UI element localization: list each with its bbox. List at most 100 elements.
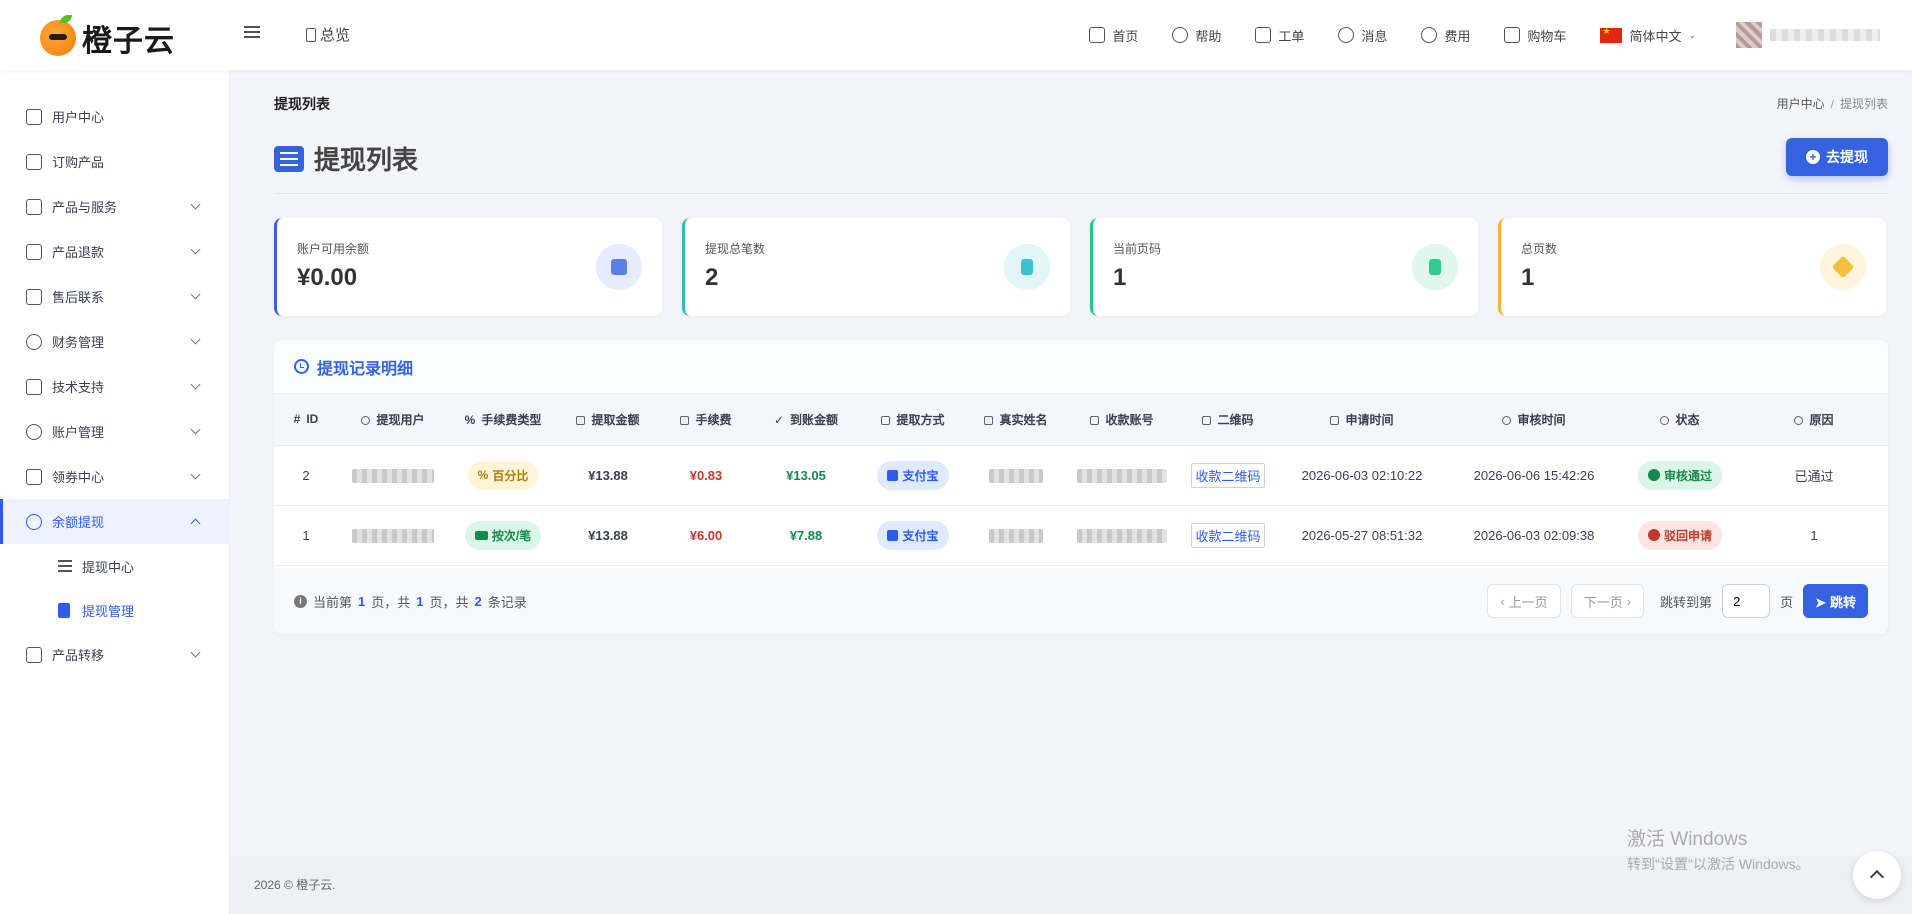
chevron-left-icon: ‹ [1500,593,1505,609]
col-fee-type[interactable]: % 手续费类型 [448,394,558,446]
alipay-badge: 支付宝 [877,460,949,490]
cell-applied-time: 2026-06-03 02:10:22 [1301,467,1423,483]
col-account[interactable]: 收款账号 [1064,394,1180,446]
nav-help[interactable]: 帮助 [1172,26,1221,45]
breadcrumb-parent[interactable]: 用户中心 [1777,97,1825,111]
panel-title: 提现记录明细 [317,360,414,378]
overview-link[interactable]: 总览 [306,24,350,45]
stat-card-total-pages: 总页数 1 [1498,218,1886,316]
scroll-to-top-button[interactable] [1853,851,1901,899]
orange-logo-icon [40,15,76,56]
nav-ticket-label: 工单 [1278,28,1305,44]
sidebar-item-finance[interactable]: 财务管理 [0,319,229,364]
jump-label: 跳转到第 [1660,594,1713,610]
sidebar-item-account[interactable]: 账户管理 [0,409,229,454]
jump-button[interactable]: ➤ 跳转 [1803,584,1868,618]
cell-reason: 已通过 [1794,468,1834,484]
col-amount[interactable]: 提取金额 [558,394,658,446]
fee-type-badge: % 百分比 [467,460,539,490]
col-fee[interactable]: 手续费 [658,394,754,446]
id-card-icon [984,415,994,425]
top-bar: 橙子云 总览 首页 帮助 工单 消息 费用 购物车 简体中文 ⌄ [0,0,1912,70]
chevron-down-icon [190,289,201,300]
credit-card-icon [881,415,891,425]
sidebar-item-order[interactable]: 订购产品 [0,139,229,184]
cell-real-name [968,445,1064,505]
col-qrcode[interactable]: 二维码 [1180,394,1276,446]
nav-cart-label: 购物车 [1527,28,1567,44]
nav-messages[interactable]: 消息 [1338,26,1387,45]
sidebar-item-transfer[interactable]: 产品转移 [0,632,229,677]
qrcode-image-link[interactable]: 收款二维码 [1191,462,1265,488]
cart-icon [26,153,42,170]
sidebar-item-coupons[interactable]: 领券中心 [0,454,229,499]
grid-icon [26,646,42,663]
logo-text: 橙子云 [82,24,175,59]
nav-home[interactable]: 首页 [1089,26,1138,45]
language-label: 简体中文 [1629,28,1682,44]
cell-user [338,505,448,565]
language-select[interactable]: 简体中文 ⌄ [1600,26,1696,45]
col-reviewed-time[interactable]: 审核时间 [1448,394,1620,446]
sidebar-sub-label: 提现中心 [82,559,135,575]
sidebar-item-withdraw[interactable]: 余额提现 [0,499,229,544]
table-row: 1 按次/笔 ¥13.88 ¥6.00 ¥7.88 支付宝 收款二维码 2026… [274,505,1888,565]
home-icon [26,108,42,125]
chevron-up-icon [190,518,201,529]
nav-cart[interactable]: 购物车 [1504,26,1566,45]
nav-fees[interactable]: 费用 [1421,26,1470,45]
table-row: 2 % 百分比 ¥13.88 ¥0.83 ¥13.05 支付宝 收款二维码 202… [274,445,1888,505]
stat-label: 总页数 [1521,242,1558,256]
sidebar-item-label: 财务管理 [52,335,105,350]
breadcrumb: 用户中心 / 提现列表 [1776,97,1888,111]
col-id[interactable]: # ID [274,394,338,446]
prev-page-button[interactable]: ‹ 上一页 [1487,584,1561,618]
cell-received: ¥7.88 [789,527,823,543]
check-double-icon: ✓ [773,412,785,427]
footer-text: 2026 © 橙子云. [254,878,336,892]
fee-type-badge: 按次/笔 [464,520,542,550]
sidebar-item-user-center[interactable]: 用户中心 [0,94,229,139]
sidebar-sub-withdraw-center[interactable]: 提现中心 [0,544,229,588]
sidebar-item-label: 产品退款 [52,245,105,260]
col-real-name[interactable]: 真实姓名 [968,394,1064,446]
col-reason[interactable]: 原因 [1740,394,1888,446]
pagination-info: i 当前第 1 页，共 1 页，共 2 条记录 [294,592,527,611]
x-circle-icon [1647,529,1660,541]
col-user[interactable]: 提现用户 [338,394,448,446]
sidebar-item-products[interactable]: 产品与服务 [0,184,229,229]
bank-icon [1090,415,1100,425]
cell-method: 支付宝 [858,445,968,505]
next-page-button[interactable]: 下一页 › [1570,584,1645,618]
qrcode-image-link[interactable]: 收款二维码 [1191,522,1265,548]
divider [274,193,1888,194]
col-received[interactable]: ✓ 到账金额 [754,394,858,446]
col-applied-time[interactable]: 申请时间 [1276,394,1448,446]
chevron-right-icon: › [1626,593,1632,609]
sidebar-item-refund[interactable]: 产品退款 [0,229,229,274]
stat-label: 账户可用余额 [297,242,370,256]
windows-activation-watermark: 激活 Windows 转到"设置"以激活 Windows。 [1627,824,1810,874]
stat-value: 1 [1521,264,1535,291]
sidebar-item-support[interactable]: 技术支持 [0,364,229,409]
cell-fee: ¥6.00 [689,527,723,543]
sidebar-item-aftersales[interactable]: 售后联系 [0,274,229,319]
col-status[interactable]: 状态 [1620,394,1740,446]
col-method[interactable]: 提取方式 [858,394,968,446]
chevron-down-icon [190,424,201,435]
avatar[interactable] [1736,22,1762,48]
username-blurred[interactable] [1770,29,1880,41]
nav-ticket[interactable]: 工单 [1255,26,1304,45]
chevron-down-icon [190,334,201,345]
menu-toggle-icon[interactable] [244,26,260,40]
sidebar-sub-withdraw-manage[interactable]: 提现管理 [0,588,229,632]
stat-card-balance: 账户可用余额 ¥0.00 [274,218,662,316]
withdraw-button[interactable]: + 去提现 [1786,138,1888,176]
cell-status: 驳回申请 [1620,505,1740,565]
nav-messages-label: 消息 [1361,28,1388,44]
jump-page-input[interactable] [1722,584,1771,618]
document-icon [26,378,42,395]
alipay-icon [887,529,899,541]
comment-icon [1794,415,1804,425]
logo[interactable]: 橙子云 [40,15,175,60]
